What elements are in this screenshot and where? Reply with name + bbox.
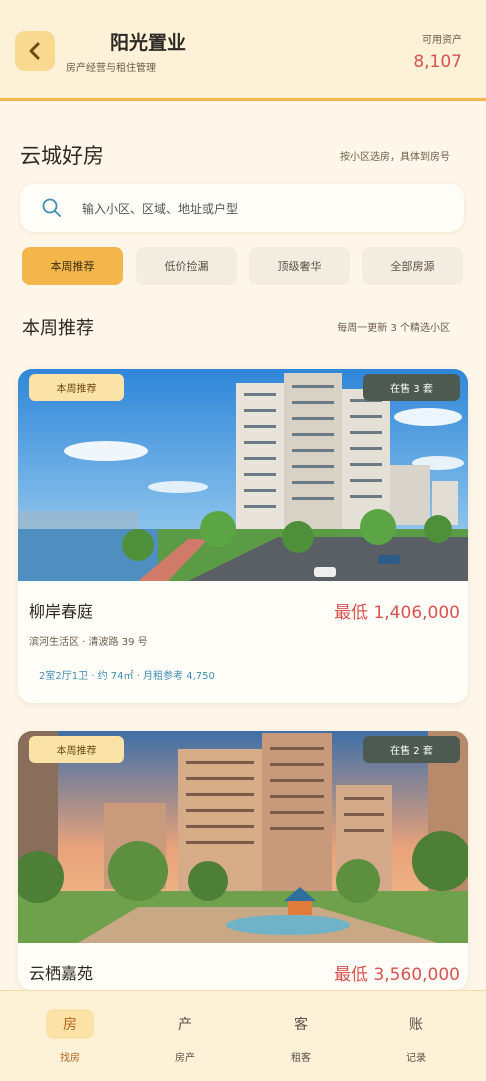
section-hint: 每周一更新 3 个精选小区 bbox=[337, 323, 450, 334]
page-title: 云城好房 bbox=[20, 144, 104, 168]
filter-chip-weekly[interactable]: 本周推荐 bbox=[22, 247, 123, 285]
asset-label: 可用资产 bbox=[422, 35, 462, 46]
listing-meta: 2室2厅1卫 · 约 74㎡ · 月租参考 4,750 bbox=[39, 671, 215, 682]
search-bar[interactable] bbox=[20, 184, 464, 232]
nav-item-records[interactable]: 账 记录 bbox=[376, 1007, 456, 1067]
listing-price: 最低 3,560,000 bbox=[334, 965, 460, 985]
page-hint: 按小区选房，具体到房号 bbox=[340, 152, 450, 163]
nav-label: 找房 bbox=[60, 1053, 80, 1064]
search-icon bbox=[42, 198, 61, 217]
tenant-icon: 客 bbox=[294, 1017, 308, 1033]
listing-card[interactable]: 本周推荐 在售 2 套 云栖嘉苑 最低 3,560,000 bbox=[18, 731, 468, 990]
on-sale-badge: 在售 2 套 bbox=[363, 736, 460, 763]
nav-label: 房产 bbox=[175, 1053, 195, 1064]
asset-value: 8,107 bbox=[413, 52, 462, 72]
listing-price: 最低 1,406,000 bbox=[334, 603, 460, 623]
app-header: 阳光置业 房产经营与租住管理 可用资产 8,107 bbox=[0, 0, 486, 101]
listing-card[interactable]: 本周推荐 在售 3 套 柳岸春庭 最低 1,406,000 滨河生活区 · 清波… bbox=[18, 369, 468, 703]
recommend-tag: 本周推荐 bbox=[29, 374, 124, 401]
listing-address: 滨河生活区 · 清波路 39 号 bbox=[29, 637, 148, 648]
listing-name: 云栖嘉苑 bbox=[29, 964, 94, 983]
on-sale-badge: 在售 3 套 bbox=[363, 374, 460, 401]
nav-item-find-house[interactable]: 房 找房 bbox=[30, 1007, 110, 1067]
filter-tabs: 本周推荐 低价捡漏 顶级奢华 全部房源 bbox=[22, 247, 464, 287]
app-title: 阳光置业 bbox=[110, 32, 187, 54]
chevron-left-icon bbox=[29, 42, 40, 60]
ledger-icon: 账 bbox=[409, 1017, 423, 1033]
nav-label: 租客 bbox=[291, 1053, 311, 1064]
house-icon: 房 bbox=[46, 1009, 94, 1039]
app-subtitle: 房产经营与租住管理 bbox=[66, 63, 156, 74]
property-icon: 产 bbox=[178, 1017, 192, 1033]
search-input[interactable] bbox=[80, 196, 444, 222]
filter-chip-luxury[interactable]: 顶级奢华 bbox=[249, 247, 350, 285]
recommend-tag: 本周推荐 bbox=[29, 736, 124, 763]
filter-chip-bargain[interactable]: 低价捡漏 bbox=[136, 247, 237, 285]
section-title: 本周推荐 bbox=[22, 318, 94, 339]
back-button[interactable] bbox=[15, 31, 55, 71]
listing-name: 柳岸春庭 bbox=[29, 602, 94, 621]
nav-label: 记录 bbox=[406, 1053, 426, 1064]
nav-item-tenants[interactable]: 客 租客 bbox=[261, 1007, 341, 1067]
bottom-nav: 房 找房 产 房产 客 租客 账 记录 bbox=[0, 990, 486, 1081]
nav-item-property[interactable]: 产 房产 bbox=[145, 1007, 225, 1067]
filter-chip-all[interactable]: 全部房源 bbox=[362, 247, 463, 285]
